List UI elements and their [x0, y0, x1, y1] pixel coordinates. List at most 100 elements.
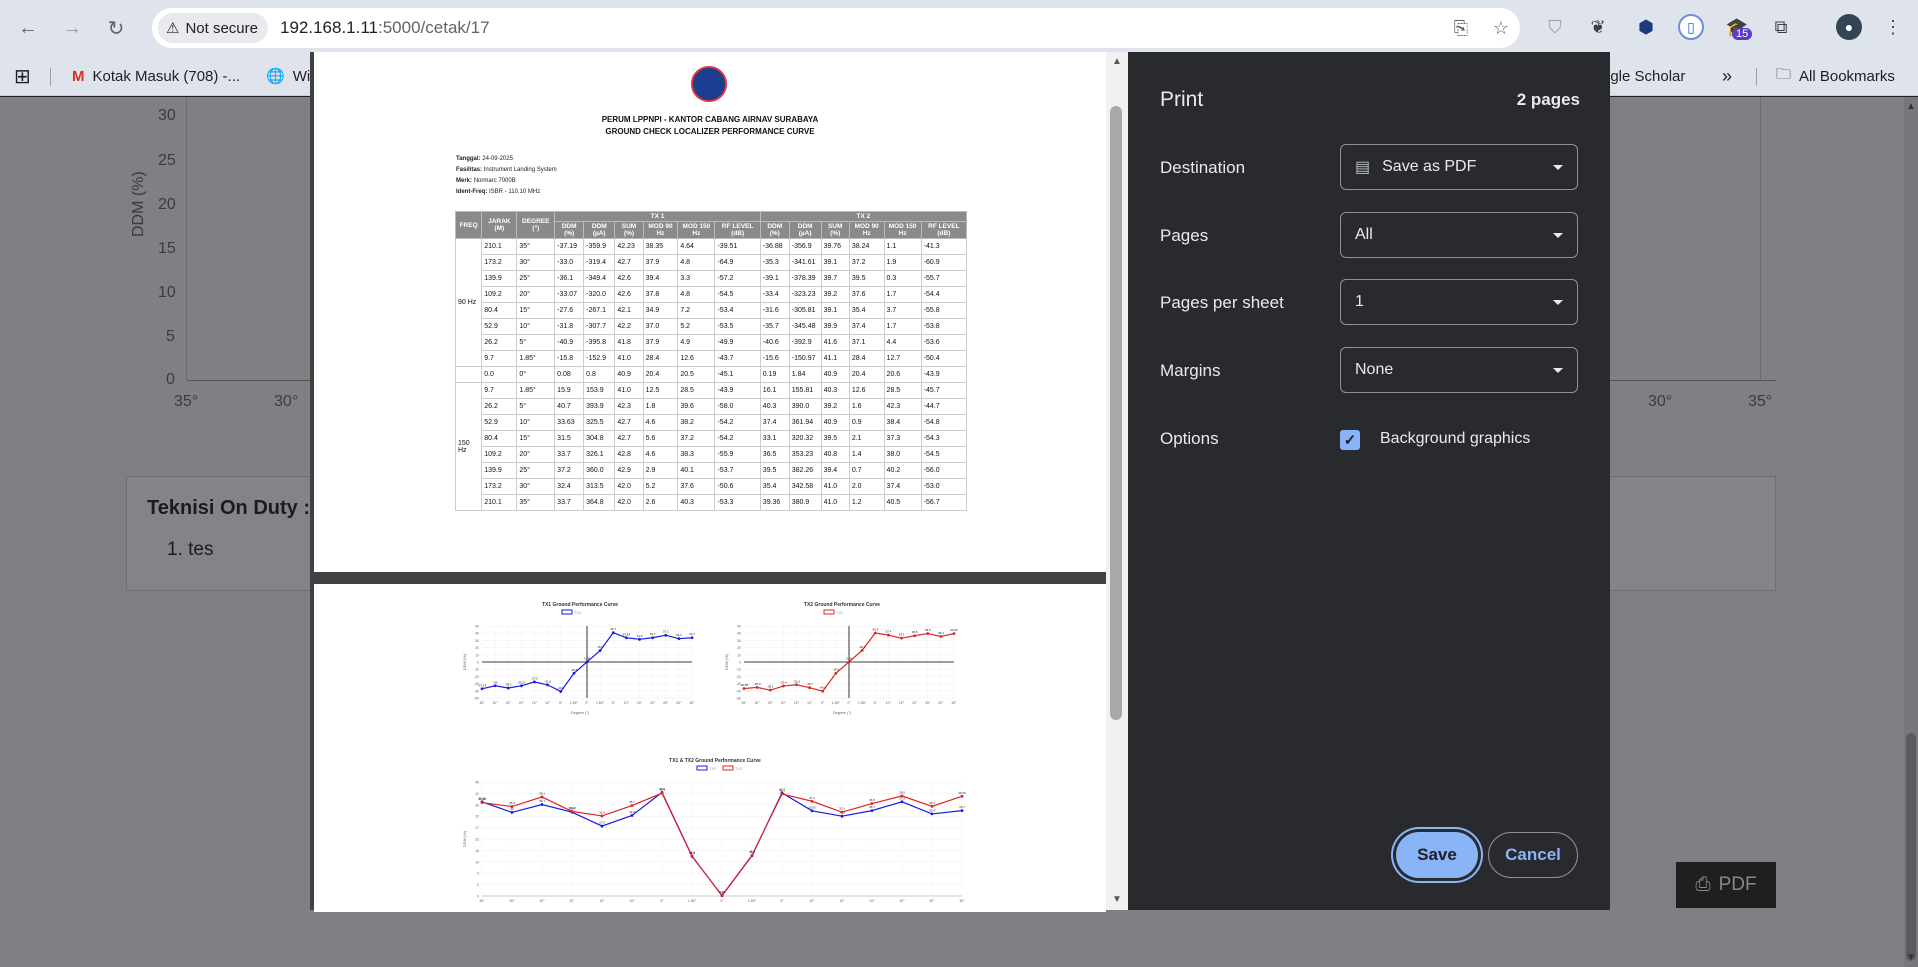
table-cell: -53.7 — [714, 462, 761, 479]
table-cell: 353.23 — [788, 446, 822, 463]
x-tick-label: 30° — [676, 701, 682, 705]
table-cell: 80.4 — [481, 430, 518, 447]
table-cell: -54.2 — [714, 414, 761, 431]
menu-icon[interactable]: ⋮ — [1880, 14, 1906, 40]
chart-title: TX2 Ground Performance Curve — [804, 602, 880, 608]
bg-x-axis — [1610, 380, 1776, 381]
table-cell: -359.9 — [583, 238, 616, 255]
background-graphics-checkbox[interactable]: ✓ — [1340, 430, 1360, 450]
data-label: 37.4 — [809, 796, 815, 800]
table-cell: -307.7 — [583, 318, 616, 335]
destination-select[interactable]: ▤ Save as PDF — [1340, 144, 1578, 190]
apps-grid-icon[interactable]: ⊞ — [14, 64, 31, 88]
data-label: -27.6 — [531, 676, 538, 680]
page-scrollbar-thumb[interactable] — [1906, 733, 1916, 961]
data-label: -35.3 — [754, 682, 761, 686]
data-label: 36.1 — [539, 799, 545, 803]
x-tick-label: 5° — [559, 701, 563, 705]
table-cell: 0.19 — [759, 366, 790, 383]
save-button[interactable]: Save — [1396, 832, 1478, 878]
table-cell: 37.9 — [642, 334, 679, 351]
forward-icon[interactable]: → — [58, 14, 86, 42]
x-tick-label: 35° — [689, 701, 695, 705]
url-text[interactable]: 192.168.1.11:5000/cetak/17 — [280, 18, 490, 38]
legend-swatch — [722, 765, 734, 771]
table-cell: -64.9 — [714, 254, 761, 271]
col-subheader: RF LEVEL (dB) — [920, 221, 968, 239]
pages-select[interactable]: All — [1340, 212, 1578, 258]
table-cell: 42.1 — [614, 302, 644, 319]
margins-select[interactable]: None — [1340, 347, 1578, 393]
table-cell: 28.4 — [848, 350, 885, 367]
data-point — [840, 810, 844, 814]
table-cell: -43.9 — [714, 382, 761, 399]
pdf-button[interactable]: ⎙ PDF — [1676, 862, 1776, 908]
table-cell: 40.3 — [677, 494, 716, 511]
table-cell: 0° — [516, 366, 556, 383]
y-tick-label: 32 — [475, 815, 479, 819]
table-cell: 139.9 — [481, 462, 518, 479]
x-tick-label: 25° — [663, 701, 669, 705]
all-bookmarks[interactable]: 🗀 All Bookmarks — [1776, 64, 1895, 88]
scroll-down-icon[interactable]: ▼ — [1906, 952, 1916, 963]
y-tick-label: -20 — [474, 675, 479, 679]
y-tick-label: -40 — [736, 689, 741, 693]
preview-scroll-up-icon[interactable]: ▲ — [1112, 56, 1122, 67]
shield-extension-icon[interactable]: ⛉ — [1542, 14, 1568, 40]
data-point — [930, 812, 934, 816]
x-tick-label: 0° — [847, 701, 851, 705]
bg-y-tick: 5 — [166, 328, 175, 345]
cancel-button[interactable]: Cancel — [1488, 832, 1578, 878]
freq-group-cell: 150 Hz — [454, 382, 483, 511]
table-cell: 2.1 — [848, 430, 885, 447]
table-cell: -55.7 — [920, 270, 968, 287]
col-subheader: DDM (%) — [759, 221, 790, 239]
preview-scroll-down-icon[interactable]: ▼ — [1112, 894, 1122, 905]
table-cell: 12.6 — [677, 350, 716, 367]
bg-y-tick: 15 — [158, 240, 176, 257]
data-label: -33.4 — [780, 681, 787, 685]
active-extension-icon[interactable]: ▯ — [1678, 14, 1704, 40]
address-bar[interactable]: ⚠ Not secure 192.168.1.11:5000/cetak/17 … — [152, 8, 1520, 48]
table-cell: 39.76 — [820, 238, 850, 255]
x-tick-label: 30° — [929, 899, 935, 903]
table-cell: 39.6 — [677, 398, 716, 415]
data-label: 15.6 — [689, 851, 695, 855]
chevron-right-icon[interactable]: » — [1722, 64, 1732, 88]
back-icon[interactable]: ← — [14, 14, 42, 42]
table-cell: 40.8 — [820, 446, 850, 463]
data-label: -31.6 — [793, 679, 800, 683]
legend-swatch — [561, 609, 573, 615]
data-point — [598, 649, 602, 652]
table-cell: 2.6 — [642, 494, 679, 511]
pages-per-sheet-select[interactable]: 1 — [1340, 279, 1578, 325]
bookmark-scholar[interactable]: ogle Scholar — [1602, 64, 1685, 88]
table-cell: -41.3 — [920, 238, 968, 255]
x-axis-label: Degree (°) — [571, 710, 590, 715]
data-label: 0.08 — [584, 656, 590, 660]
table-cell: 42.9 — [614, 462, 644, 479]
bookmark-web[interactable]: 🌐 Wi — [266, 64, 310, 88]
report-header-line2: GROUND CHECK LOCALIZER PERFORMANCE CURVE — [605, 127, 815, 136]
bookmark-gmail[interactable]: M Kotak Masuk (708) -... — [72, 64, 240, 88]
puzzle-icon[interactable]: ⧉ — [1768, 14, 1794, 40]
table-cell: 39.4 — [642, 270, 679, 287]
reload-icon[interactable]: ↻ — [102, 14, 130, 42]
table-cell: 10° — [516, 318, 556, 335]
table-cell: 37.3 — [883, 430, 922, 447]
table-cell: 38.0 — [883, 446, 922, 463]
security-chip[interactable]: ⚠ Not secure — [158, 13, 268, 43]
y-tick-label: -50 — [736, 697, 741, 701]
data-label: 33.63 — [808, 805, 816, 809]
translate-icon[interactable]: ⎘ — [1450, 17, 1472, 39]
data-point — [690, 636, 694, 640]
bookmark-star-icon[interactable]: ☆ — [1490, 17, 1512, 39]
hexagon-extension-icon[interactable]: ⬢ — [1633, 14, 1659, 40]
table-cell: -35.3 — [759, 254, 790, 271]
scroll-up-icon[interactable]: ▲ — [1906, 101, 1916, 112]
profile-avatar[interactable]: ● — [1836, 14, 1862, 40]
extension-icon[interactable]: ❦ — [1585, 14, 1611, 40]
table-row: 52.9 10° -31.8 -307.7 42.2 37.0 5.2 -53.5 -35.7-… — [456, 318, 968, 335]
preview-scrollbar-thumb[interactable] — [1110, 106, 1122, 720]
data-label: 33.1 — [839, 807, 845, 811]
